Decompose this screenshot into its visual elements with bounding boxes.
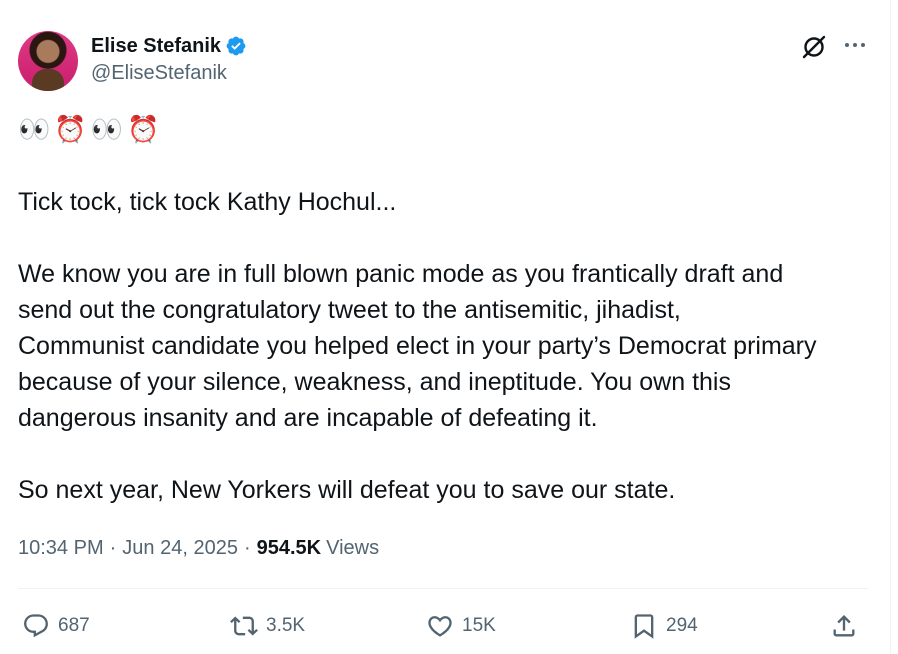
tweet-date[interactable]: Jun 24, 2025 (122, 537, 238, 560)
repost-button[interactable]: 3.5K (230, 608, 305, 644)
views-count: 954.5K (256, 536, 322, 559)
bookmark-count: 294 (666, 615, 698, 636)
bookmark-button[interactable]: 294 (630, 608, 698, 644)
author-display-name[interactable]: Elise Stefanik (91, 35, 221, 58)
share-button[interactable] (830, 608, 866, 644)
heart-icon (428, 616, 452, 637)
tweet-paragraph: So next year, New Yorkers will defeat yo… (18, 476, 676, 504)
reply-count: 687 (58, 615, 90, 636)
alarm-clock-emoji: ⏰ (127, 115, 160, 145)
views-label: Views (326, 536, 380, 559)
more-options-icon[interactable] (842, 32, 868, 58)
action-bar: 687 3.5K 15K 294 (18, 608, 868, 644)
avatar[interactable] (18, 31, 78, 91)
like-count: 15K (462, 615, 496, 636)
repost-count: 3.5K (266, 615, 306, 636)
bookmark-icon (634, 614, 654, 639)
repost-icon (230, 616, 258, 636)
tweet-paragraph: We know you are in full blown panic mode… (18, 260, 817, 432)
reply-button[interactable]: 687 (22, 608, 90, 644)
divider (18, 588, 868, 589)
author-handle[interactable]: @EliseStefanik (91, 62, 247, 85)
tweet-meta: 10:34 PM · Jun 24, 2025 · 954.5K Views (18, 533, 379, 563)
reply-icon (24, 614, 48, 638)
tweet-time[interactable]: 10:34 PM (18, 537, 104, 560)
meta-separator: · (109, 536, 117, 559)
tweet-header: Elise Stefanik @EliseStefanik (18, 30, 878, 92)
emoji-row: 👀 ⏰ 👀 ⏰ (18, 112, 878, 148)
verified-badge-icon[interactable] (225, 35, 247, 57)
tweet-paragraph: Tick tock, tick tock Kathy Hochul... (18, 188, 397, 216)
meta-separator: · (243, 536, 251, 559)
alarm-clock-emoji: ⏰ (54, 115, 87, 145)
share-icon (833, 615, 855, 637)
grok-icon[interactable] (800, 33, 828, 61)
like-button[interactable]: 15K (426, 608, 496, 644)
tweet-text: 👀 ⏰ 👀 ⏰ Tick tock, tick tock Kathy Hochu… (18, 112, 878, 508)
eyes-emoji: 👀 (18, 115, 51, 145)
eyes-emoji: 👀 (90, 115, 124, 145)
author-names: Elise Stefanik @EliseStefanik (91, 32, 247, 85)
timeline-border (890, 0, 891, 654)
